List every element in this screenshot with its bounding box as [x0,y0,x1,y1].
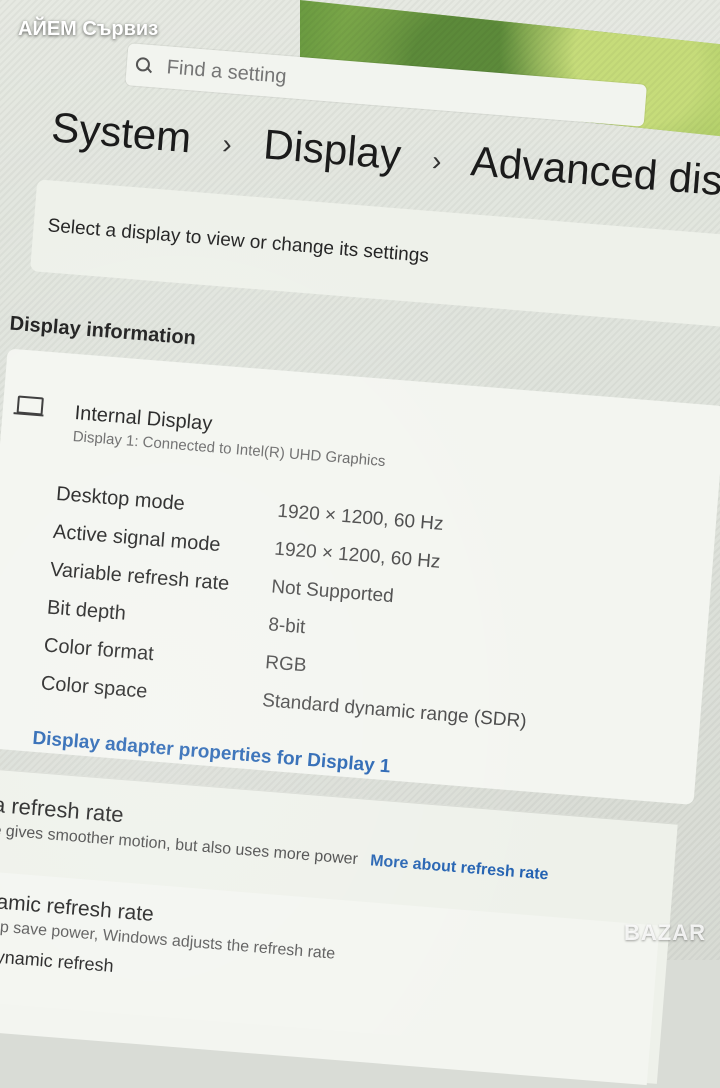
refresh-rate-description-text: higher rate gives smoother motion, but a… [0,816,359,869]
display-adapter-properties-link[interactable]: Display adapter properties for Display 1 [32,728,392,779]
property-value: RGB [264,652,308,677]
dynamic-refresh-rate-card[interactable]: Dynamic refresh rate To help save power,… [0,867,660,1086]
monitor-icon [13,395,44,417]
property-row: Bit depth 8-bit [45,597,306,639]
property-label: Active signal mode [52,520,222,557]
chevron-right-icon: › [221,128,234,160]
display-information-card: Internal Display Display 1: Connected to… [0,348,720,805]
search-icon [134,56,153,75]
property-value: 1920 × 1200, 60 Hz [276,500,445,535]
refresh-rate-description: higher rate gives smoother motion, but a… [0,816,549,884]
property-value: 1920 × 1200, 60 Hz [273,538,442,573]
property-row: Desktop mode 1920 × 1200, 60 Hz [54,483,444,535]
property-value: Not Supported [270,576,395,608]
property-label: Color space [40,672,149,703]
breadcrumb-advanced-display: Advanced displ [469,137,720,207]
display-properties: Desktop mode 1920 × 1200, 60 Hz Active s… [39,483,527,732]
display-information-heading: Display information [8,312,197,350]
corner-watermark: BAZAR [624,920,706,945]
refresh-rate-card: hoose a refresh rate higher rate gives s… [0,762,678,1086]
dynamic-refresh-note: i Dynamic refresh [0,943,114,977]
breadcrumb-display[interactable]: Display [262,120,403,178]
property-label: Bit depth [46,596,127,625]
more-about-refresh-rate-link[interactable]: More about refresh rate [370,852,550,883]
property-label: Color format [43,634,155,666]
display-subtitle: Display 1: Connected to Intel(R) UHD Gra… [72,428,387,471]
property-value: Standard dynamic range (SDR) [261,690,528,733]
search-input[interactable] [163,54,589,114]
seller-watermark: АЙЕМ Сървиз [18,18,159,40]
dynamic-refresh-note-text: Dynamic refresh [0,945,115,976]
chevron-right-icon: › [431,144,443,177]
property-label: Variable refresh rate [49,558,231,595]
refresh-rate-title: hoose a refresh rate [0,787,125,828]
select-display-text: Select a display to view or change its s… [46,215,430,267]
property-row: Color space Standard dynamic range (SDR) [39,672,527,732]
breadcrumb-system[interactable]: System [50,103,193,161]
property-value: 8-bit [267,614,307,639]
property-row: Color format RGB [42,634,307,676]
property-row: Variable refresh rate Not Supported [48,559,394,608]
settings-window: System › Display › Advanced displ Select… [0,20,720,1086]
select-display-card[interactable]: Select a display to view or change its s… [29,179,720,329]
property-row: Active signal mode 1920 × 1200, 60 Hz [51,521,441,573]
property-label: Desktop mode [55,482,186,516]
